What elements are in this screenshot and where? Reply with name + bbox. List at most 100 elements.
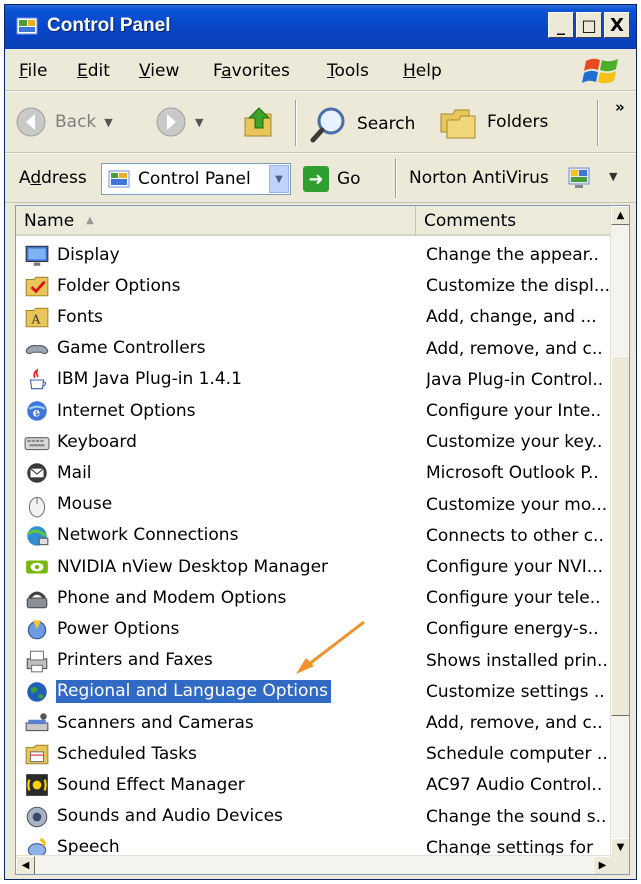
list-item[interactable]: Folder Options Customize the displ... bbox=[16, 270, 612, 301]
search-icon bbox=[310, 107, 345, 143]
mouse-icon bbox=[28, 496, 46, 518]
list-item-name[interactable]: Display bbox=[24, 242, 123, 268]
vertical-scroll-thumb[interactable] bbox=[611, 356, 629, 716]
list-item[interactable]: NVIDIA nView Desktop Manager Configure yo… bbox=[16, 551, 612, 582]
close-button[interactable]: X bbox=[604, 12, 630, 38]
list-item[interactable]: Sound Effect Manager AC97 Audio Control.. bbox=[16, 769, 612, 800]
menu-help[interactable]: Help bbox=[403, 61, 442, 81]
list-item-comment: Configure energy-s.. bbox=[426, 619, 599, 640]
internet-options-icon: e bbox=[27, 401, 47, 421]
list-item-name[interactable]: Folder Options bbox=[24, 273, 184, 299]
control-panel-icon bbox=[16, 17, 38, 35]
globe-icon bbox=[27, 682, 47, 702]
list-item-label: Keyboard bbox=[57, 431, 137, 452]
forward-button[interactable]: ▼ bbox=[155, 106, 203, 138]
list-item-comment: Microsoft Outlook P.. bbox=[426, 463, 599, 484]
go-label: Go bbox=[337, 169, 361, 189]
column-header-name[interactable]: Name ▲ bbox=[16, 206, 416, 235]
scroll-left-icon[interactable]: ◀ bbox=[16, 856, 35, 874]
list-item-name[interactable]: IBM Java Plug-in 1.4.1 bbox=[24, 367, 245, 393]
norton-dropdown-icon[interactable]: ▼ bbox=[609, 170, 617, 183]
list-item-name[interactable]: Printers and Faxes bbox=[24, 648, 216, 674]
list-item-label: IBM Java Plug-in 1.4.1 bbox=[57, 369, 242, 390]
back-arrow-icon bbox=[16, 107, 46, 137]
title-bar[interactable]: Control Panel _ □ X bbox=[5, 5, 636, 49]
list-item-comment: Change the sound s.. bbox=[426, 806, 607, 827]
list-item-name[interactable]: Sound Effect Manager bbox=[24, 772, 248, 798]
back-label: Back bbox=[55, 112, 97, 132]
menu-tools[interactable]: Tools bbox=[327, 61, 369, 81]
keyboard-icon bbox=[24, 437, 50, 451]
list-item[interactable]: Mouse Customize your mo... bbox=[16, 489, 612, 520]
list-item-label: Display bbox=[57, 244, 120, 265]
address-input[interactable]: Control Panel ▼ bbox=[101, 163, 291, 195]
list-item-name[interactable]: Scheduled Tasks bbox=[24, 741, 200, 767]
list-item-name[interactable]: Mouse bbox=[24, 492, 115, 518]
list-item[interactable]: A Fonts Add, change, and ... bbox=[16, 301, 612, 332]
list-item[interactable]: Game Controllers Add, remove, and c.. bbox=[16, 333, 612, 364]
list-item-name[interactable]: Network Connections bbox=[24, 523, 241, 549]
norton-antivirus-icon[interactable] bbox=[567, 166, 591, 190]
control-panel-list[interactable]: Name ▲ Comments Display Change the appear.… bbox=[15, 205, 630, 875]
menu-edit[interactable]: Edit bbox=[77, 61, 110, 81]
list-item[interactable]: Display Change the appear.. bbox=[16, 239, 612, 270]
up-folder-icon[interactable] bbox=[241, 104, 277, 140]
list-item-name[interactable]: Keyboard bbox=[24, 429, 140, 455]
list-item[interactable]: Scheduled Tasks Schedule computer .. bbox=[16, 738, 612, 769]
menu-file[interactable]: File bbox=[19, 61, 47, 81]
list-item-comment: Customize the displ... bbox=[426, 276, 611, 297]
minimize-button[interactable]: _ bbox=[548, 12, 574, 38]
forward-dropdown-icon[interactable]: ▼ bbox=[195, 116, 203, 129]
menu-favorites[interactable]: Favorites bbox=[213, 61, 290, 81]
folders-button[interactable]: Folders bbox=[439, 104, 548, 140]
vertical-scrollbar[interactable]: ▲ ▼ bbox=[610, 206, 629, 857]
list-item[interactable]: Scanners and Cameras Add, remove, and c.. bbox=[16, 707, 612, 738]
list-item-comment: Shows installed prin.. bbox=[426, 650, 608, 671]
nvidia-icon bbox=[26, 560, 48, 574]
list-item-name[interactable]: Scanners and Cameras bbox=[24, 710, 257, 736]
list-item[interactable]: Mail Microsoft Outlook P.. bbox=[16, 457, 612, 488]
go-button[interactable]: ➜ Go bbox=[303, 166, 361, 192]
maximize-button[interactable]: □ bbox=[576, 12, 602, 38]
list-item-label: Sounds and Audio Devices bbox=[57, 806, 283, 827]
column-header-comments[interactable]: Comments bbox=[416, 206, 612, 235]
list-item-label: Game Controllers bbox=[57, 338, 206, 359]
list-item-name[interactable]: NVIDIA nView Desktop Manager bbox=[24, 554, 331, 580]
list-item[interactable]: Printers and Faxes Shows installed prin.. bbox=[16, 645, 612, 676]
list-item-name[interactable]: Sounds and Audio Devices bbox=[24, 804, 286, 830]
list-item-name[interactable]: A Fonts bbox=[24, 304, 106, 330]
phone-icon bbox=[26, 591, 48, 609]
list-item[interactable]: Phone and Modem Options Configure your te… bbox=[16, 582, 612, 613]
standard-toolbar: Back ▼ ▼ Search Folders » bbox=[5, 91, 636, 153]
list-item[interactable]: e Internet Options Configure your Inte.. bbox=[16, 395, 612, 426]
list-item[interactable]: Sounds and Audio Devices Change the sound… bbox=[16, 801, 612, 832]
list-item[interactable]: Keyboard Customize your key.. bbox=[16, 426, 612, 457]
horizontal-scrollbar[interactable]: ◀ ▶ bbox=[16, 855, 612, 874]
address-dropdown-icon[interactable]: ▼ bbox=[269, 165, 289, 193]
list-item[interactable]: Network Connections Connects to other c.. bbox=[16, 520, 612, 551]
back-dropdown-icon[interactable]: ▼ bbox=[104, 116, 112, 129]
toolbar-more-chevron-icon[interactable]: » bbox=[615, 98, 625, 116]
list-item-label: Regional and Language Options bbox=[56, 680, 332, 704]
list-item-comment: Configure your Inte.. bbox=[426, 401, 602, 421]
list-item-label: Phone and Modem Options bbox=[57, 587, 287, 608]
list-item-name[interactable]: Mail bbox=[24, 460, 95, 486]
list-item[interactable]: IBM Java Plug-in 1.4.1 Java Plug-in Contr… bbox=[16, 364, 612, 395]
search-button[interactable]: Search bbox=[309, 104, 415, 144]
list-item-name[interactable]: Game Controllers bbox=[24, 336, 209, 362]
list-item-name[interactable]: Phone and Modem Options bbox=[24, 585, 289, 611]
java-icon bbox=[29, 368, 47, 390]
back-button[interactable]: Back ▼ bbox=[15, 106, 113, 138]
list-item-name[interactable]: Power Options bbox=[24, 616, 182, 642]
list-item[interactable]: Power Options Configure energy-s.. bbox=[16, 613, 612, 644]
list-item[interactable]: Regional and Language Options Customize s… bbox=[16, 676, 612, 707]
list-item-comment: Connects to other c.. bbox=[426, 525, 604, 546]
norton-antivirus-label[interactable]: Norton AntiVirus bbox=[409, 168, 549, 188]
menu-view[interactable]: View bbox=[139, 61, 179, 81]
list-item-name[interactable]: Regional and Language Options bbox=[24, 679, 332, 705]
list-item-label: Sound Effect Manager bbox=[57, 774, 245, 795]
list-item-label: Printers and Faxes bbox=[57, 650, 213, 671]
control-panel-small-icon bbox=[108, 170, 130, 188]
scroll-up-icon[interactable]: ▲ bbox=[611, 206, 629, 225]
list-item-name[interactable]: e Internet Options bbox=[24, 398, 199, 424]
